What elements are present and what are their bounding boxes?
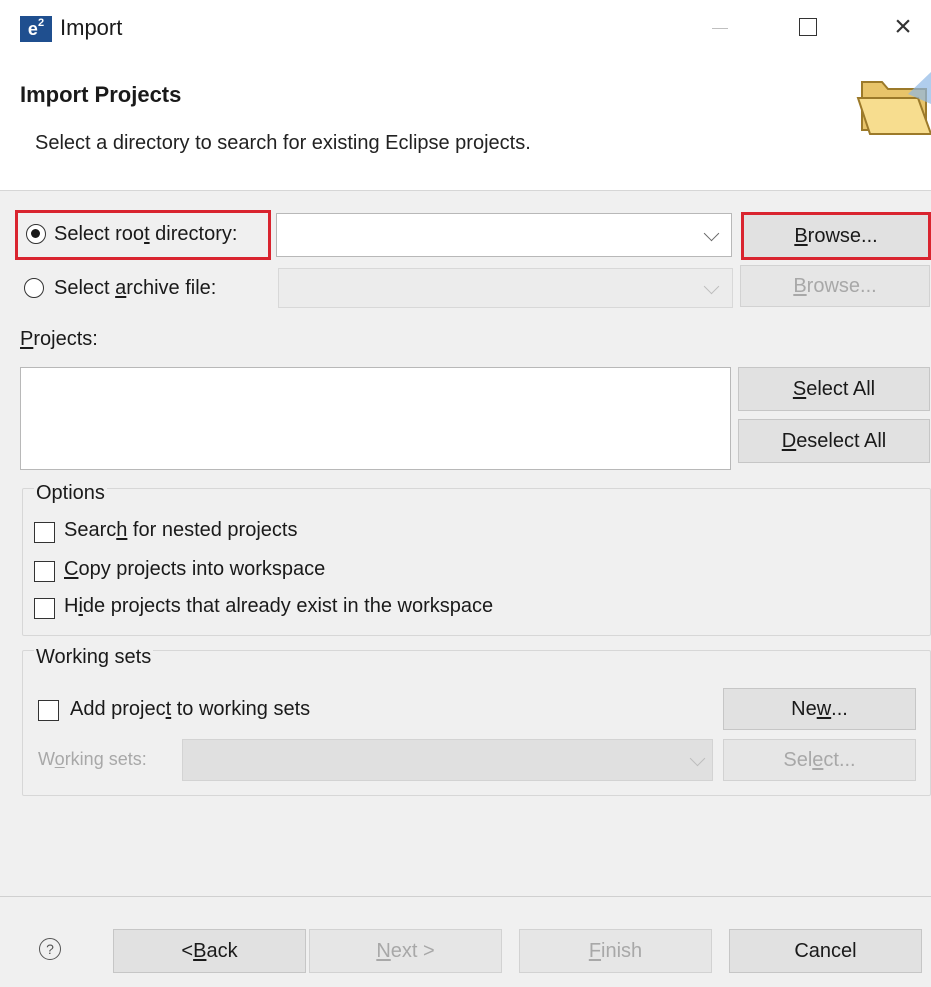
select-working-sets-button: Sel e ct... [723, 739, 916, 781]
archive-file-combo [278, 268, 733, 308]
hide-existing-label[interactable]: Hide projects that already exist in the … [64, 595, 493, 618]
minimize-icon[interactable] [712, 28, 728, 29]
maximize-icon[interactable] [799, 18, 817, 36]
projects-list[interactable] [20, 367, 731, 470]
help-icon[interactable]: ? [39, 938, 61, 960]
copy-projects-label[interactable]: Copy projects into workspace [64, 558, 325, 581]
copy-projects-checkbox[interactable] [34, 561, 55, 582]
app-icon-letter: e [27, 19, 38, 39]
title-bar [0, 0, 931, 58]
hide-existing-checkbox[interactable] [34, 598, 55, 619]
app-icon: e2 [20, 16, 52, 42]
add-to-working-sets-label[interactable]: Add project to working sets [70, 698, 310, 721]
wizard-banner [0, 58, 931, 191]
cancel-button[interactable]: Cancel [729, 929, 922, 973]
page-title: Import Projects [20, 82, 182, 107]
projects-label: Projects: [20, 328, 98, 350]
new-working-set-button[interactable]: Ne w... [723, 688, 916, 730]
root-directory-label[interactable]: Select root directory: [54, 223, 237, 246]
working-sets-label: Working sets: [38, 749, 147, 769]
archive-file-radio[interactable] [24, 278, 44, 298]
browse-archive-button: Browse... [740, 265, 930, 307]
root-directory-combo[interactable] [276, 213, 732, 257]
back-button[interactable]: < Back [113, 929, 306, 973]
finish-button: Finish [519, 929, 712, 973]
working-sets-combo [182, 739, 713, 781]
archive-file-label[interactable]: Select archive file: [54, 277, 216, 300]
browse-root-button[interactable]: Browse... [741, 212, 931, 260]
page-description: Select a directory to search for existin… [35, 132, 531, 154]
deselect-all-button[interactable]: Deselect All [738, 419, 930, 463]
options-title: Options [34, 482, 107, 505]
footer-divider [0, 896, 931, 897]
add-to-working-sets-checkbox[interactable] [38, 700, 59, 721]
next-button: Next > [309, 929, 502, 973]
search-nested-label[interactable]: Search for nested projects [64, 519, 297, 542]
app-icon-sup: 2 [37, 17, 45, 29]
close-icon[interactable]: × [888, 10, 918, 44]
folder-icon [856, 72, 931, 135]
root-directory-radio[interactable] [26, 224, 46, 244]
select-all-button[interactable]: Select All [738, 367, 930, 411]
working-sets-title: Working sets [34, 646, 154, 669]
search-nested-checkbox[interactable] [34, 522, 55, 543]
window-title: Import [60, 15, 123, 40]
